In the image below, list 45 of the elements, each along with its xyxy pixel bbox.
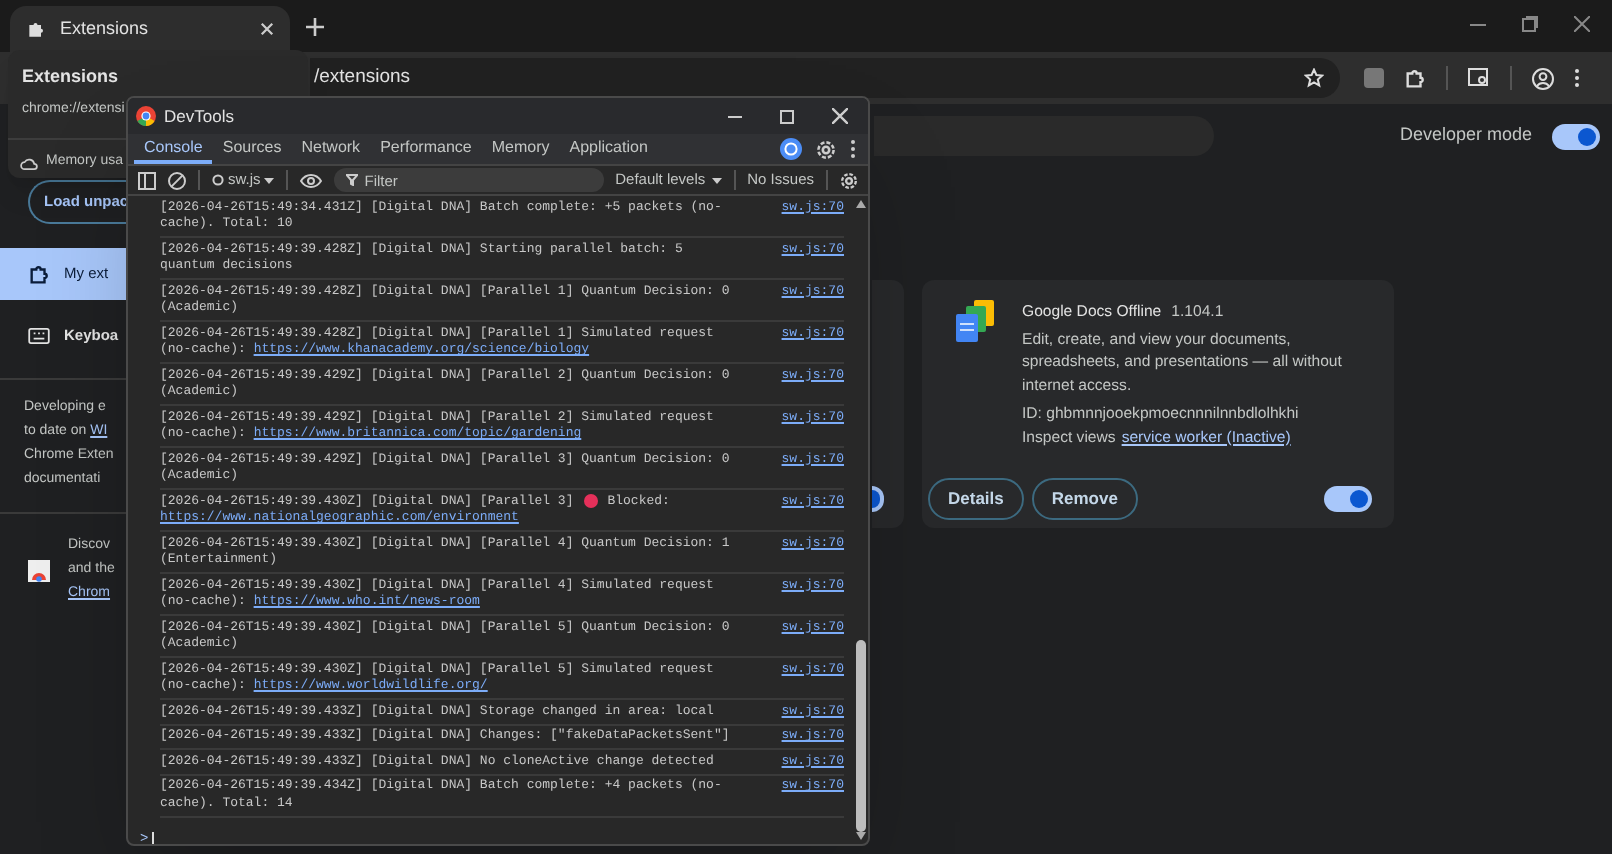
window-title: DevTools [164,103,236,129]
developer-mode-toggle[interactable] [1552,123,1600,149]
devtools-tab[interactable]: Memory [481,134,560,164]
devtools-tab[interactable]: Network [291,134,371,164]
chrome-logo-icon [136,106,156,126]
more-icon[interactable] [850,140,856,158]
minimize-icon[interactable] [1470,23,1486,25]
menu-icon[interactable] [1574,68,1580,88]
devtools-tab[interactable]: Console [134,134,213,164]
developer-mode-label: Developer mode [1399,122,1532,149]
browser-tab[interactable]: Extensions [10,6,290,52]
scrollbar-thumb[interactable] [855,640,865,832]
close-icon[interactable] [832,108,848,124]
enable-toggle[interactable] [872,486,884,512]
close-icon[interactable] [1574,16,1590,32]
profile-badge-icon[interactable] [780,138,802,160]
maximize-icon[interactable] [780,109,794,123]
keyboard-icon [28,328,50,344]
devtools-tab[interactable]: Performance [370,134,482,164]
card-button[interactable]: Remove [1031,478,1138,520]
hover-card-title: Extensions [22,64,119,90]
clear-icon[interactable] [168,171,186,189]
enable-toggle[interactable] [1324,486,1372,512]
scroll-up-icon[interactable] [855,200,865,208]
puzzle-icon [28,263,50,285]
sidebar-icon[interactable] [138,171,156,189]
filter-icon [346,174,359,186]
eye-icon[interactable] [300,173,323,187]
close-icon[interactable] [260,22,274,36]
extensions-icon[interactable] [1404,67,1426,89]
profile-icon[interactable] [1532,67,1554,89]
web-store-icon [28,559,50,581]
minimize-icon[interactable] [728,115,742,117]
card-button[interactable]: Details [928,478,1024,520]
new-tab-icon[interactable] [306,18,324,36]
address-bar[interactable]: /extensions [310,58,1340,98]
devtools-tab[interactable]: Sources [212,134,292,164]
puzzle-icon [26,19,46,39]
tab-search-icon[interactable] [1468,68,1490,88]
circle-icon [212,174,224,186]
devtools-tab[interactable]: Application [559,134,658,164]
caret-icon [711,177,722,183]
star-icon[interactable] [1304,68,1324,88]
cloud-icon [20,155,38,170]
restore-icon[interactable] [1522,16,1538,32]
